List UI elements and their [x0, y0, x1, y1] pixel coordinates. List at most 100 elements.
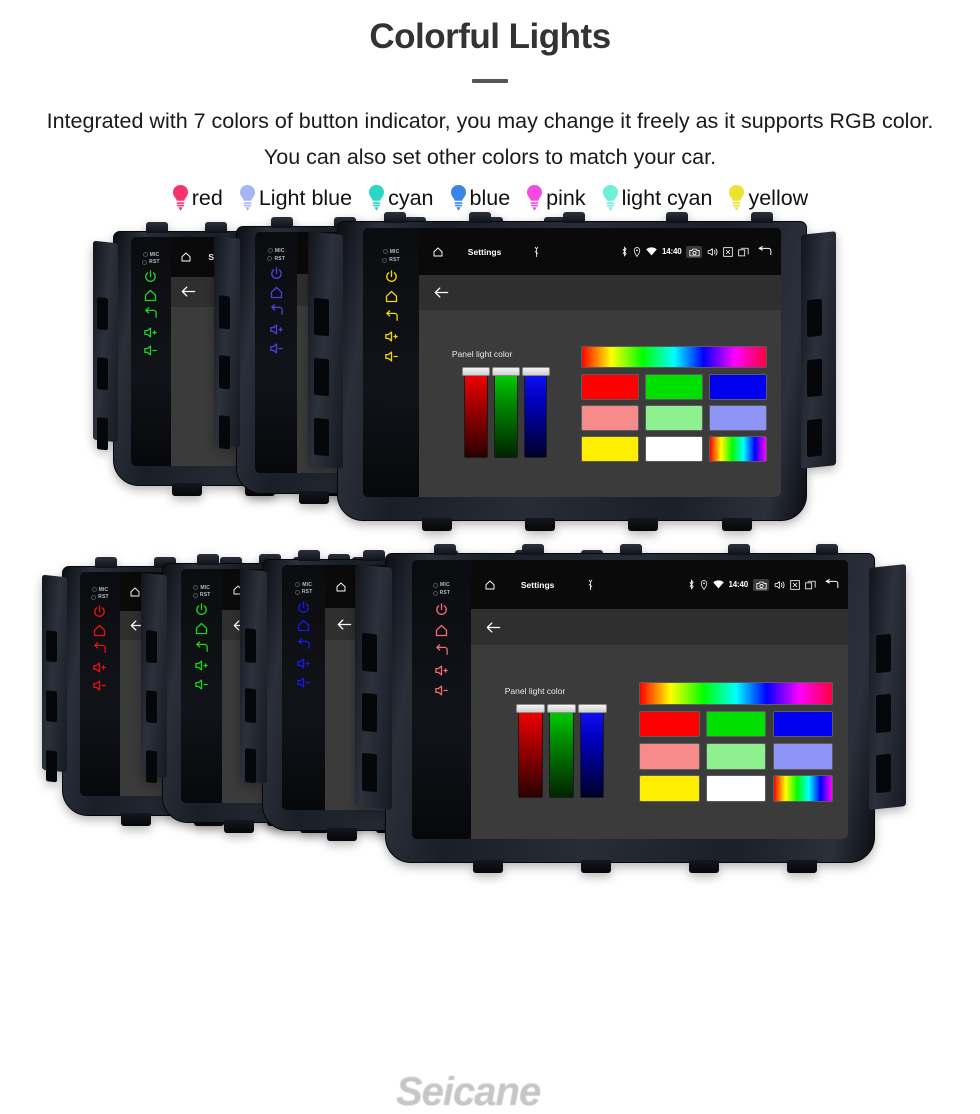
power-icon[interactable] [296, 600, 311, 615]
back-icon[interactable] [92, 641, 107, 656]
color-swatch[interactable] [708, 404, 767, 431]
back-arrow-icon[interactable] [181, 285, 196, 298]
volume-down-icon[interactable] [384, 349, 399, 364]
back-arrow-icon[interactable] [486, 621, 501, 634]
home-icon[interactable] [296, 618, 311, 633]
volume-down-icon[interactable] [434, 683, 449, 698]
color-swatch[interactable] [705, 775, 767, 802]
color-swatch[interactable] [639, 742, 700, 770]
color-swatch[interactable] [772, 710, 833, 738]
color-swatch[interactable] [772, 775, 833, 802]
green-slider[interactable] [492, 366, 520, 459]
back-icon[interactable] [434, 643, 449, 658]
usb-icon[interactable] [532, 246, 541, 258]
usb-icon[interactable] [586, 579, 595, 591]
color-swatch[interactable] [580, 435, 639, 462]
reset-hole[interactable] [91, 594, 97, 600]
volume-icon[interactable] [707, 247, 718, 257]
reset-hole[interactable] [432, 590, 438, 596]
slider-thumb[interactable] [492, 366, 520, 376]
volume-down-icon[interactable] [269, 341, 284, 356]
power-icon[interactable] [434, 602, 449, 617]
power-icon[interactable] [143, 269, 158, 284]
back-icon[interactable] [384, 309, 399, 324]
home-icon[interactable] [143, 288, 158, 303]
rainbow-gradient-bar[interactable] [580, 345, 767, 369]
color-swatch[interactable] [644, 435, 703, 462]
blue-slider[interactable] [577, 703, 607, 799]
color-swatch[interactable] [639, 775, 700, 802]
volume-up-icon[interactable] [269, 322, 284, 337]
color-swatch[interactable] [708, 435, 767, 462]
color-swatch[interactable] [580, 404, 639, 431]
recent-apps-icon[interactable] [738, 247, 750, 257]
home-icon[interactable] [129, 586, 141, 598]
back-arrow-icon[interactable] [757, 246, 772, 257]
touch-screen[interactable]: Settings 14:40 [419, 228, 782, 498]
volume-up-icon[interactable] [194, 658, 209, 673]
mount-clip [196, 554, 219, 566]
volume-down-icon[interactable] [92, 678, 107, 693]
reset-hole[interactable] [382, 257, 388, 263]
color-swatch[interactable] [644, 404, 703, 431]
volume-down-icon[interactable] [143, 343, 158, 358]
reset-hole[interactable] [294, 589, 300, 595]
power-icon[interactable] [269, 266, 284, 281]
camera-icon[interactable] [686, 245, 703, 258]
back-icon[interactable] [143, 306, 158, 321]
slider-thumb[interactable] [546, 703, 576, 713]
color-swatch[interactable] [639, 710, 700, 738]
power-icon[interactable] [384, 269, 399, 284]
volume-up-icon[interactable] [384, 329, 399, 344]
volume-up-icon[interactable] [434, 663, 449, 678]
touch-screen[interactable]: Settings 14:40 [470, 560, 849, 839]
slider-thumb[interactable] [521, 366, 550, 376]
slider-thumb[interactable] [515, 703, 545, 713]
unit-bottom-pink[interactable]: MIC RST Settings 14:40 Panel light color [354, 544, 906, 874]
color-swatch[interactable] [580, 373, 639, 400]
unit-top-yellow[interactable]: MIC RST Settings 14:40 Panel light color [307, 212, 837, 532]
color-swatch[interactable] [644, 373, 703, 400]
camera-icon[interactable] [753, 578, 770, 591]
home-icon[interactable] [335, 581, 347, 593]
color-swatch[interactable] [705, 710, 767, 738]
volume-up-icon[interactable] [296, 656, 311, 671]
color-swatch[interactable] [708, 373, 767, 400]
back-icon[interactable] [269, 303, 284, 318]
back-icon[interactable] [296, 637, 311, 652]
home-icon[interactable] [384, 289, 399, 304]
back-arrow-icon[interactable] [434, 286, 449, 299]
rainbow-gradient-bar[interactable] [639, 681, 833, 706]
red-slider[interactable] [515, 703, 545, 799]
power-icon[interactable] [194, 602, 209, 617]
volume-icon[interactable] [774, 580, 785, 590]
recent-apps-icon[interactable] [805, 580, 816, 590]
home-icon[interactable] [269, 285, 284, 300]
volume-down-icon[interactable] [194, 677, 209, 692]
close-box-icon[interactable] [790, 579, 800, 590]
red-slider[interactable] [462, 366, 491, 459]
home-icon[interactable] [484, 579, 496, 591]
back-arrow-icon[interactable] [337, 618, 352, 631]
home-icon[interactable] [92, 623, 107, 638]
slider-thumb[interactable] [462, 366, 491, 376]
home-icon[interactable] [434, 623, 449, 638]
close-box-icon[interactable] [723, 246, 734, 257]
color-swatch[interactable] [772, 742, 833, 770]
home-icon[interactable] [194, 621, 209, 636]
volume-up-icon[interactable] [92, 660, 107, 675]
back-arrow-icon[interactable] [824, 579, 839, 590]
reset-hole[interactable] [192, 592, 198, 598]
home-icon[interactable] [432, 246, 444, 258]
power-icon[interactable] [92, 604, 107, 619]
volume-down-icon[interactable] [296, 675, 311, 690]
home-icon[interactable] [180, 251, 192, 263]
back-icon[interactable] [194, 640, 209, 655]
reset-hole[interactable] [142, 259, 148, 265]
blue-slider[interactable] [521, 366, 550, 459]
color-swatch[interactable] [705, 742, 767, 770]
volume-up-icon[interactable] [143, 325, 158, 340]
slider-thumb[interactable] [577, 703, 607, 713]
reset-hole[interactable] [267, 256, 273, 262]
green-slider[interactable] [546, 703, 576, 799]
